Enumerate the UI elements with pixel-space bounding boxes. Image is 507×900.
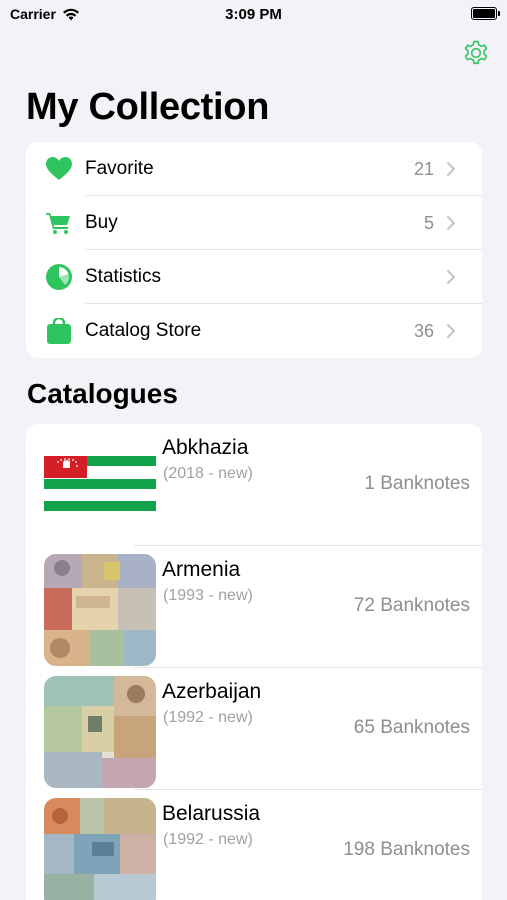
catalogue-item-azerbaijan[interactable]: Azerbaijan (1992 - new) 65 Banknotes [26,668,482,790]
shopping-bag-icon [46,318,72,344]
azerbaijan-banknotes-thumbnail [44,676,156,788]
catalogue-years: (1992 - new) [163,831,253,848]
clock: 3:09 PM [225,6,282,23]
menu-item-catalog-store[interactable]: Catalog Store 36 [26,304,482,358]
catalogue-count: 198 Banknotes [343,839,470,860]
catalogue-item-abkhazia[interactable]: Abkhazia (2018 - new) 1 Banknotes [26,424,482,546]
catalogue-list: Abkhazia (2018 - new) 1 Banknotes Armeni… [26,424,482,900]
chevron-right-icon [447,270,455,284]
heart-icon [46,157,72,181]
gear-icon [464,40,488,65]
belarussia-banknotes-thumbnail [44,798,156,900]
battery-icon [471,7,500,20]
menu-item-label: Buy [85,212,118,233]
catalogue-count: 65 Banknotes [353,717,470,738]
catalogue-years: (2018 - new) [163,465,253,482]
section-title: Catalogues [27,378,178,409]
page-title: My Collection [26,86,270,128]
catalogue-years: (1993 - new) [163,587,253,604]
catalogue-name: Armenia [162,558,241,581]
catalogue-name: Abkhazia [162,436,249,459]
menu-item-label: Statistics [85,266,162,287]
armenia-banknotes-thumbnail [44,554,156,666]
menu-item-count: 21 [413,158,434,179]
chevron-right-icon [447,216,455,230]
menu-item-count: 36 [413,320,434,341]
menu-item-statistics[interactable]: Statistics [26,250,482,304]
settings-button[interactable] [461,38,491,68]
collection-menu: Favorite 21 Buy 5 Statistics Catalog Sto… [26,142,482,358]
chevron-right-icon [447,324,455,338]
pie-chart-icon [46,264,72,290]
catalogue-name: Azerbaijan [162,680,262,703]
chevron-right-icon [447,162,455,176]
cart-icon [46,211,72,235]
catalogue-years: (1992 - new) [163,709,253,726]
status-bar: Carrier 3:09 PM [0,0,507,30]
catalogue-name: Belarussia [162,802,261,825]
menu-item-buy[interactable]: Buy 5 [26,196,482,250]
catalogue-item-armenia[interactable]: Armenia (1993 - new) 72 Banknotes [26,546,482,668]
catalogue-count: 72 Banknotes [353,595,470,616]
menu-item-label: Favorite [85,158,154,179]
abkhazia-flag-thumbnail [44,432,156,544]
menu-item-favorite[interactable]: Favorite 21 [26,142,482,196]
catalogue-count: 1 Banknotes [364,473,470,494]
menu-item-count: 5 [423,212,434,233]
menu-item-label: Catalog Store [85,320,202,341]
catalogue-item-belarussia[interactable]: Belarussia (1992 - new) 198 Banknotes [26,790,482,900]
